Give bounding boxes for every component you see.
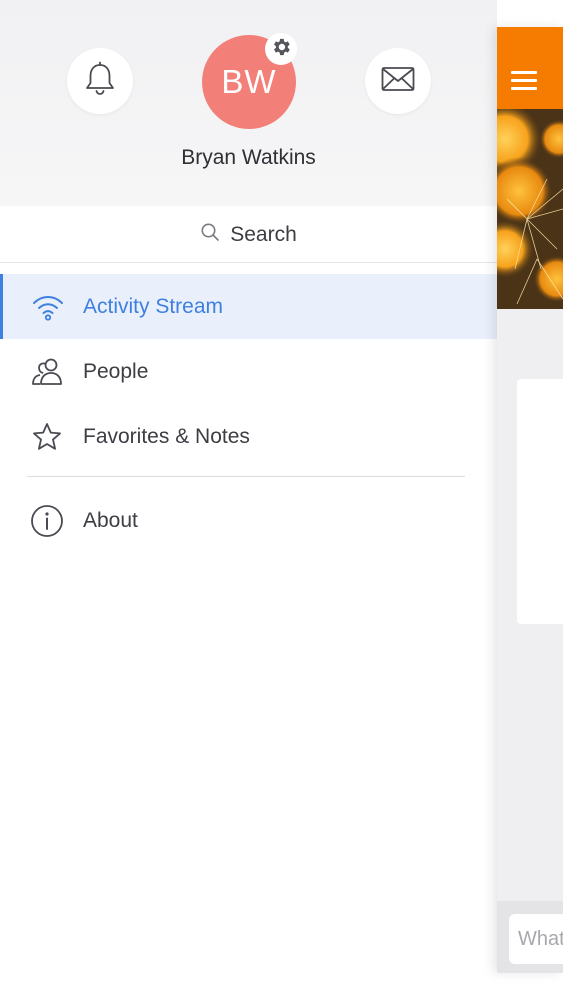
nav-item-activity-stream[interactable]: Activity Stream xyxy=(0,274,497,339)
envelope-icon xyxy=(381,66,415,97)
nav-divider xyxy=(27,476,465,477)
avatar-initials: BW xyxy=(221,63,277,100)
search-button[interactable]: Search xyxy=(0,207,497,263)
nav-item-people[interactable]: People xyxy=(0,339,497,404)
navigation-drawer: BW Bryan Watkins Search Activity Stream … xyxy=(0,0,497,1000)
nav-label-about: About xyxy=(83,508,138,532)
nav-label-activity-stream: Activity Stream xyxy=(83,294,224,318)
profile-settings-button[interactable] xyxy=(265,33,297,65)
nav-label-favorites-notes: Favorites & Notes xyxy=(83,424,250,448)
wifi-icon xyxy=(31,290,65,324)
people-icon xyxy=(30,355,64,389)
screen: BW Bryan Watkins Search Activity Stream … xyxy=(0,0,563,1000)
notifications-button[interactable] xyxy=(67,48,133,114)
search-icon xyxy=(200,222,220,247)
composer-input[interactable]: What xyxy=(509,914,563,964)
hamburger-icon xyxy=(511,69,539,93)
search-label: Search xyxy=(230,222,297,246)
user-name[interactable]: Bryan Watkins xyxy=(0,146,497,170)
post-card[interactable] xyxy=(517,379,563,624)
composer-bar: What xyxy=(497,901,563,973)
nav-item-favorites-notes[interactable]: Favorites & Notes xyxy=(0,404,497,469)
gear-icon xyxy=(270,36,292,63)
nav-label-people: People xyxy=(83,359,149,383)
cover-image xyxy=(497,109,563,309)
bell-icon xyxy=(83,61,117,102)
main-content-overlay[interactable]: What xyxy=(497,27,563,973)
info-icon xyxy=(30,504,64,538)
menu-button[interactable] xyxy=(511,69,539,93)
star-icon xyxy=(30,420,64,454)
nav-item-about[interactable]: About xyxy=(0,488,497,553)
messages-button[interactable] xyxy=(365,48,431,114)
drawer-header: BW Bryan Watkins xyxy=(0,0,497,206)
app-top-bar xyxy=(497,27,563,109)
